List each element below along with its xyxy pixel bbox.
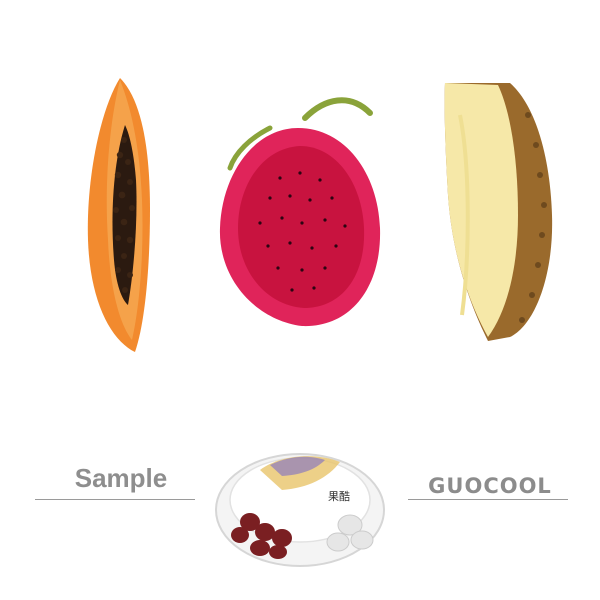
fruit-container: 果酷	[215, 453, 385, 567]
product-photo: Sample GUOCOOL 果酷	[0, 0, 600, 600]
caption-divider-left	[35, 499, 195, 500]
caption-divider-right	[408, 499, 568, 500]
lid-text: 果酷	[328, 490, 350, 503]
brand-caption: GUOCOOL	[428, 474, 552, 498]
dragonfruit-half	[219, 97, 381, 327]
papaya-slice	[87, 78, 150, 352]
sample-caption: Sample	[74, 463, 168, 493]
pineapple-wedge	[444, 83, 553, 341]
